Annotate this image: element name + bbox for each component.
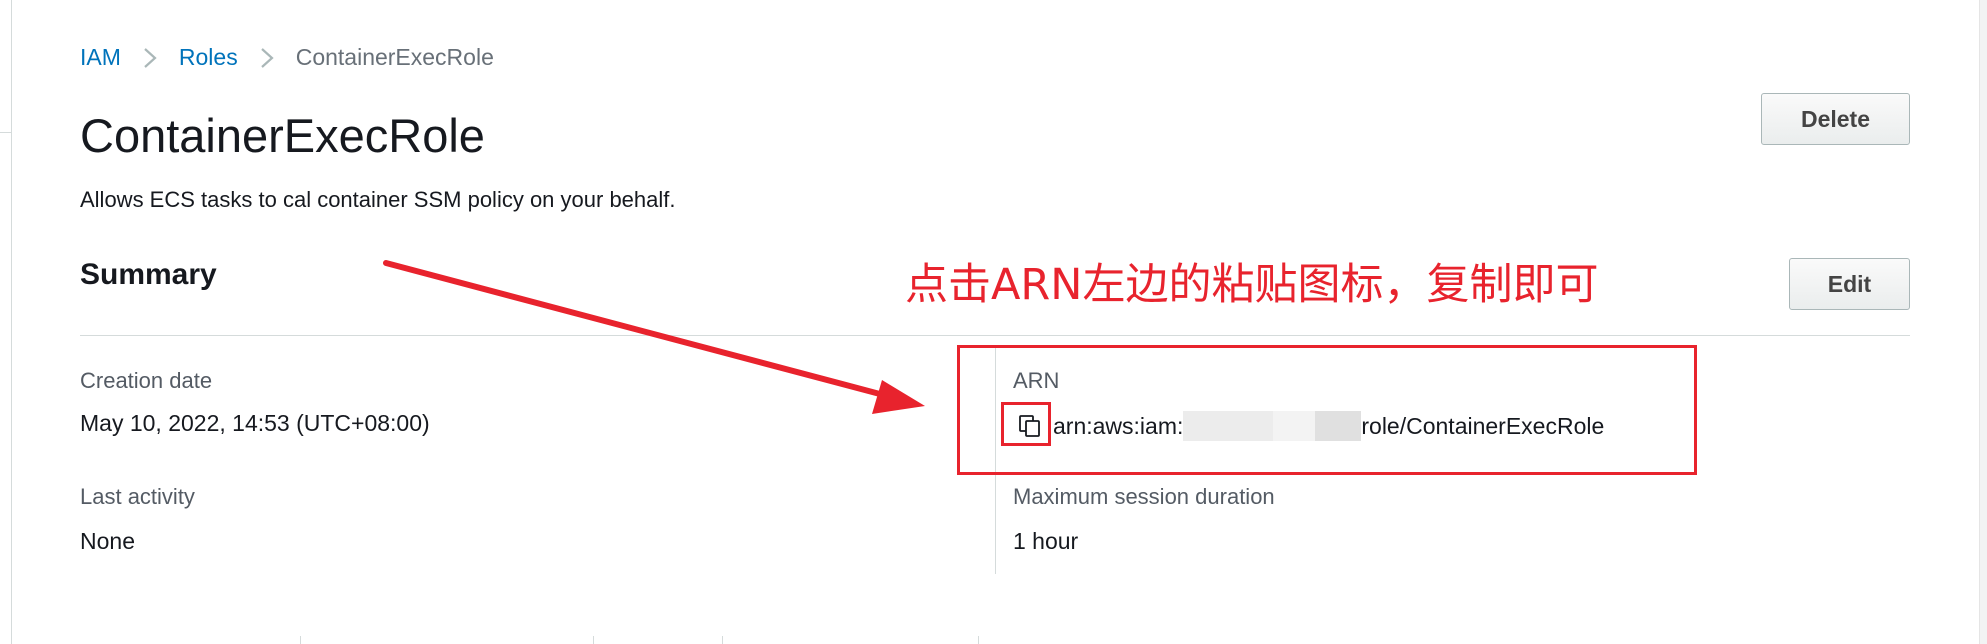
page-title: ContainerExecRole <box>80 109 485 162</box>
table-divider <box>300 636 301 644</box>
summary-heading: Summary <box>80 258 217 291</box>
annotation-arrow <box>383 260 925 414</box>
max-session-value: 1 hour <box>1013 528 1079 554</box>
delete-button[interactable]: Delete <box>1761 93 1910 145</box>
last-activity-label: Last activity <box>80 484 195 509</box>
breadcrumb-current: ContainerExecRole <box>295 44 494 70</box>
annotation-icon-highlight <box>1001 402 1051 446</box>
vertical-scrollbar[interactable] <box>1979 0 1987 644</box>
chevron-right-icon <box>260 47 274 69</box>
left-border-tick <box>0 132 11 133</box>
table-divider <box>722 636 723 644</box>
edit-button[interactable]: Edit <box>1789 258 1910 310</box>
annotation-highlight-box <box>957 345 1697 475</box>
summary-divider <box>80 335 1910 336</box>
breadcrumb-iam-link[interactable]: IAM <box>80 44 121 71</box>
role-description: Allows ECS tasks to cal container SSM po… <box>80 187 676 212</box>
iam-role-page: IAM Roles ContainerExecRole ContainerExe… <box>0 0 1987 644</box>
max-session-label: Maximum session duration <box>1013 484 1275 509</box>
annotation-text: 点击ARN左边的粘贴图标，复制即可 <box>905 260 1599 310</box>
chevron-right-icon <box>143 47 157 69</box>
table-divider <box>593 636 594 644</box>
creation-date-label: Creation date <box>80 368 213 393</box>
breadcrumb-roles-link[interactable]: Roles <box>179 44 238 71</box>
breadcrumb: IAM Roles ContainerExecRole <box>80 44 494 71</box>
left-border <box>11 0 12 644</box>
creation-date-value: May 10, 2022, 14:53 (UTC+08:00) <box>80 410 430 436</box>
last-activity-value: None <box>80 528 135 554</box>
table-divider <box>978 636 979 644</box>
